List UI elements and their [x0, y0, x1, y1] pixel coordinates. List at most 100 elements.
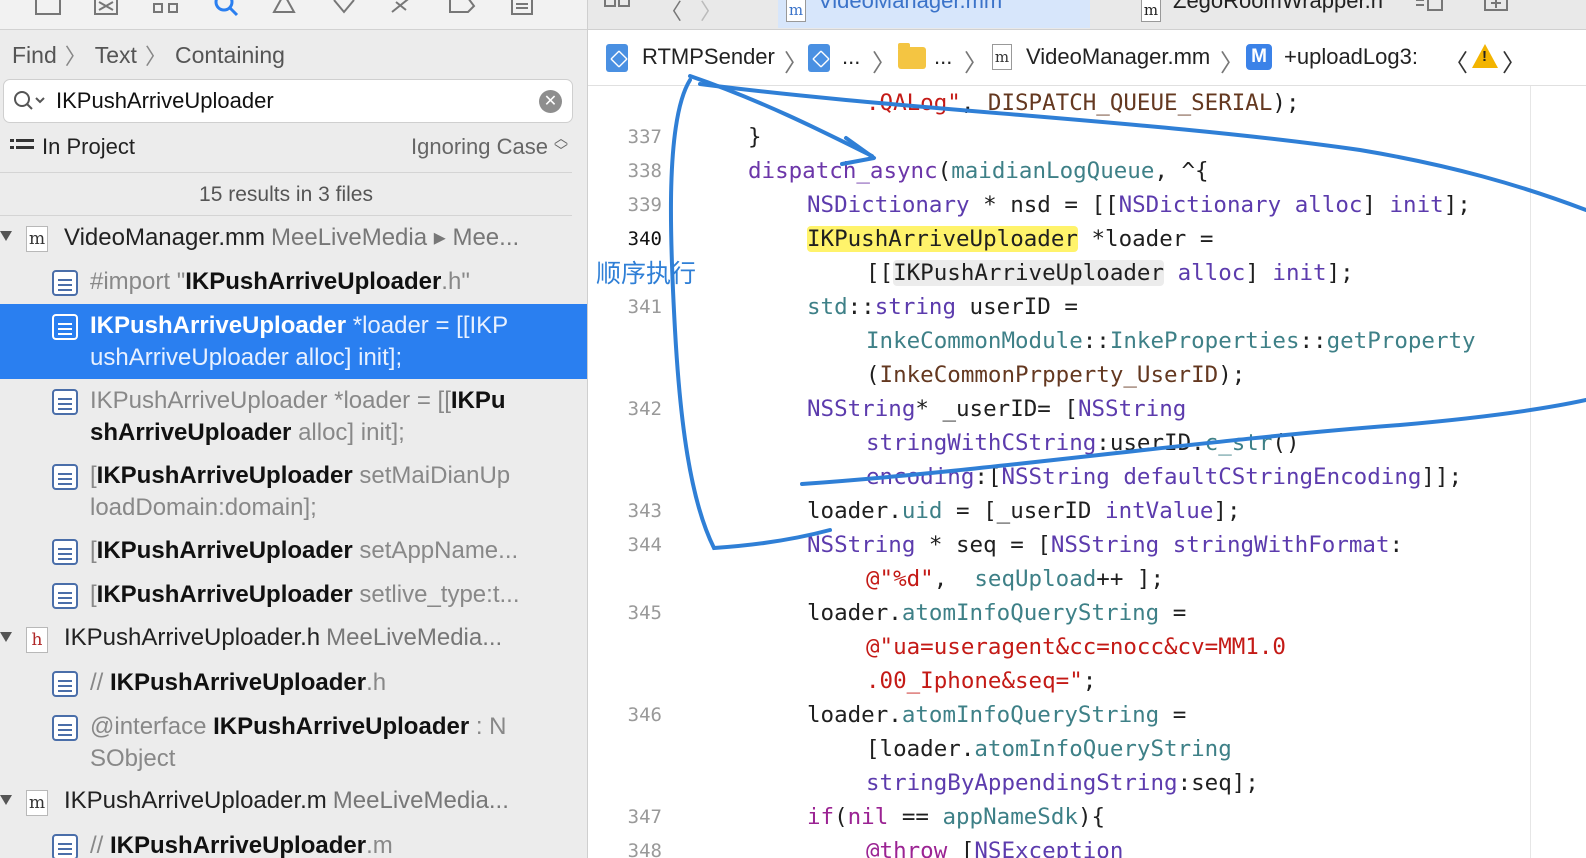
match-term: IKPushArriveUploader [90, 312, 347, 339]
match-term: IKPushArriveUploader [110, 832, 367, 858]
result-match-row[interactable]: // IKPushArriveUploader.m [0, 824, 587, 858]
result-file-row[interactable]: h IKPushArriveUploader.h MeeLiveMedia... [0, 617, 587, 661]
tab-label: VideoManager.mm [818, 0, 1003, 13]
result-match-row[interactable]: @interface IKPushArriveUploader : N SObje… [0, 705, 587, 780]
code-line: loader.uid = [_userID intValue]; [807, 498, 1241, 524]
result-match-row[interactable]: [IKPushArriveUploader setAppName... [0, 529, 587, 573]
result-match-row[interactable]: // IKPushArriveUploader.h [0, 661, 587, 705]
match-context: setMaiDianUp [352, 462, 511, 489]
result-match-row[interactable]: IKPushArriveUploader *loader = [[IKPushA… [0, 304, 587, 379]
find-navigator-icon[interactable] [212, 0, 240, 18]
find-search-field[interactable]: IKPushArriveUploader ✕ [3, 79, 573, 123]
source-line-icon [52, 583, 78, 609]
test-navigator-icon[interactable] [330, 0, 358, 18]
code-line: IKPushArriveUploader *loader = [807, 226, 1214, 252]
match-term: IKPushArriveUploader [96, 462, 353, 489]
match-term: IKPushArriveUploader [213, 713, 470, 740]
editor-minimap-area[interactable] [1530, 86, 1586, 858]
match-line: ushArriveUploader alloc] init]; [90, 342, 560, 374]
chevron-updown-icon[interactable]: ︿ ﹀ [554, 131, 568, 158]
results-summary: 15 results in 3 files [0, 172, 572, 216]
file-path: MeeLiveMedia ▸ Mee... [271, 224, 520, 251]
search-input[interactable]: IKPushArriveUploader [56, 88, 274, 114]
tab-videomanager[interactable]: m VideoManager.mm [778, 0, 1090, 28]
match-context: loadDomain:domain]; [90, 494, 317, 521]
disclosure-triangle-icon[interactable] [0, 791, 12, 807]
match-term: IKPu [450, 387, 506, 414]
code-line: @throw [NSException [866, 838, 1124, 858]
code-line: loader.atomInfoQueryString = [807, 600, 1187, 626]
file-path: MeeLiveMedia... [326, 624, 503, 651]
match-term: IKPushArriveUploader [96, 581, 353, 608]
find-mode-find[interactable]: Find [12, 42, 57, 69]
scope-list-icon[interactable] [10, 138, 34, 156]
tab-zegoroomwrapper[interactable]: m ZegoRoomWrapper.h [1133, 0, 1393, 28]
match-line: IKPushArriveUploader *loader = [[IKP [90, 310, 560, 342]
code-line: (InkeCommonPrpperty_UserID); [866, 362, 1246, 388]
related-items-icon[interactable] [604, 0, 632, 16]
clear-search-icon[interactable]: ✕ [539, 90, 562, 113]
jumpbar-method[interactable]: +uploadLog3: [1284, 44, 1418, 70]
jump-bar: RTMPSender 〉 ... 〉 ... 〉 m VideoManager.… [588, 30, 1586, 86]
objc-file-icon: m [992, 44, 1012, 70]
warning-icon[interactable]: ! [1472, 44, 1498, 68]
result-match-row[interactable]: IKPushArriveUploader *loader = [[IKPushA… [0, 379, 587, 454]
match-context: .h" [441, 268, 470, 295]
editor-options-icon[interactable] [1414, 0, 1444, 14]
case-sensitivity-popup[interactable]: Ignoring Case [411, 134, 548, 160]
source-control-navigator-icon[interactable] [92, 0, 120, 18]
jumpbar-group[interactable]: ... [842, 44, 860, 70]
find-mode-breadcrumb[interactable]: Find 〉 Text 〉 Containing [12, 40, 285, 70]
jumpbar-folder[interactable]: ... [934, 44, 952, 70]
result-file-row[interactable]: m IKPushArriveUploader.m MeeLiveMedia... [0, 780, 587, 824]
chevron-right-icon: 〉 [144, 44, 167, 69]
disclosure-triangle-icon[interactable] [0, 227, 12, 243]
forward-arrow-icon[interactable]: 〉 [700, 0, 722, 26]
match-context: : N [469, 713, 507, 740]
back-arrow-icon[interactable]: 〈 [660, 0, 682, 26]
find-mode-text[interactable]: Text [95, 42, 137, 69]
result-file-name: VideoManager.mm MeeLiveMedia ▸ Mee... [64, 223, 519, 252]
jumpbar-project[interactable]: RTMPSender [642, 44, 775, 70]
match-context: [ [90, 537, 97, 564]
find-mode-containing[interactable]: Containing [175, 42, 285, 69]
issue-navigator-icon[interactable] [270, 0, 298, 18]
add-editor-icon[interactable] [1484, 0, 1510, 14]
source-line-icon [52, 464, 78, 490]
code-line: InkeCommonModule::InkeProperties::getPro… [866, 328, 1476, 354]
match-term: IKPushArriveUploader [96, 537, 353, 564]
match-line: // IKPushArriveUploader.m [90, 830, 560, 858]
xcode-project-icon [808, 44, 830, 72]
disclosure-triangle-icon[interactable] [0, 628, 12, 644]
find-scope-button[interactable]: In Project [42, 134, 135, 160]
folder-navigator-icon[interactable] [34, 0, 62, 18]
result-file-row[interactable]: m VideoManager.mm MeeLiveMedia ▸ Mee... [0, 216, 587, 260]
source-line-icon [52, 314, 78, 340]
debug-navigator-icon[interactable] [388, 0, 416, 18]
editor-tab-bar: 〈 〉 m VideoManager.mm m ZegoRoomWrapper.… [588, 0, 1586, 30]
header-file-icon: h [26, 627, 48, 653]
search-icon[interactable] [12, 89, 46, 113]
result-match-row[interactable]: [IKPushArriveUploader setMaiDianUp loadDo… [0, 454, 587, 529]
code-area[interactable]: .QALog", DISPATCH_QUEUE_SERIAL); } dispa… [588, 86, 1586, 858]
result-match-row[interactable]: #import "IKPushArriveUploader.h" [0, 260, 587, 304]
navigator-toolbar [0, 0, 587, 30]
code-line: @"ua=useragent&cc=nocc&cv=MM1.0 [866, 634, 1286, 660]
symbol-navigator-icon[interactable] [152, 0, 180, 18]
chevron-right-icon: 〉 [872, 50, 896, 77]
tab-label: ZegoRoomWrapper.h [1173, 0, 1383, 13]
next-issue-icon[interactable]: 〉 [1502, 43, 1526, 78]
source-editor: 〈 〉 m VideoManager.mm m ZegoRoomWrapper.… [588, 0, 1586, 858]
report-navigator-icon[interactable] [508, 0, 536, 18]
code-line: NSString * seq = [NSString stringWithFor… [807, 532, 1404, 558]
jumpbar-file[interactable]: VideoManager.mm [1026, 44, 1210, 70]
previous-issue-icon[interactable]: 〈 [1444, 43, 1468, 78]
match-context: .h [366, 669, 387, 696]
result-match-row[interactable]: [IKPushArriveUploader setlive_type:t... [0, 573, 587, 617]
breakpoint-navigator-icon[interactable] [448, 0, 476, 18]
source-line-icon [52, 539, 78, 565]
match-line: #import "IKPushArriveUploader.h" [90, 266, 560, 298]
objc-file-icon: m [786, 0, 806, 22]
code-line: [loader.atomInfoQueryString [866, 736, 1232, 762]
chevron-right-icon: 〉 [1220, 50, 1244, 77]
